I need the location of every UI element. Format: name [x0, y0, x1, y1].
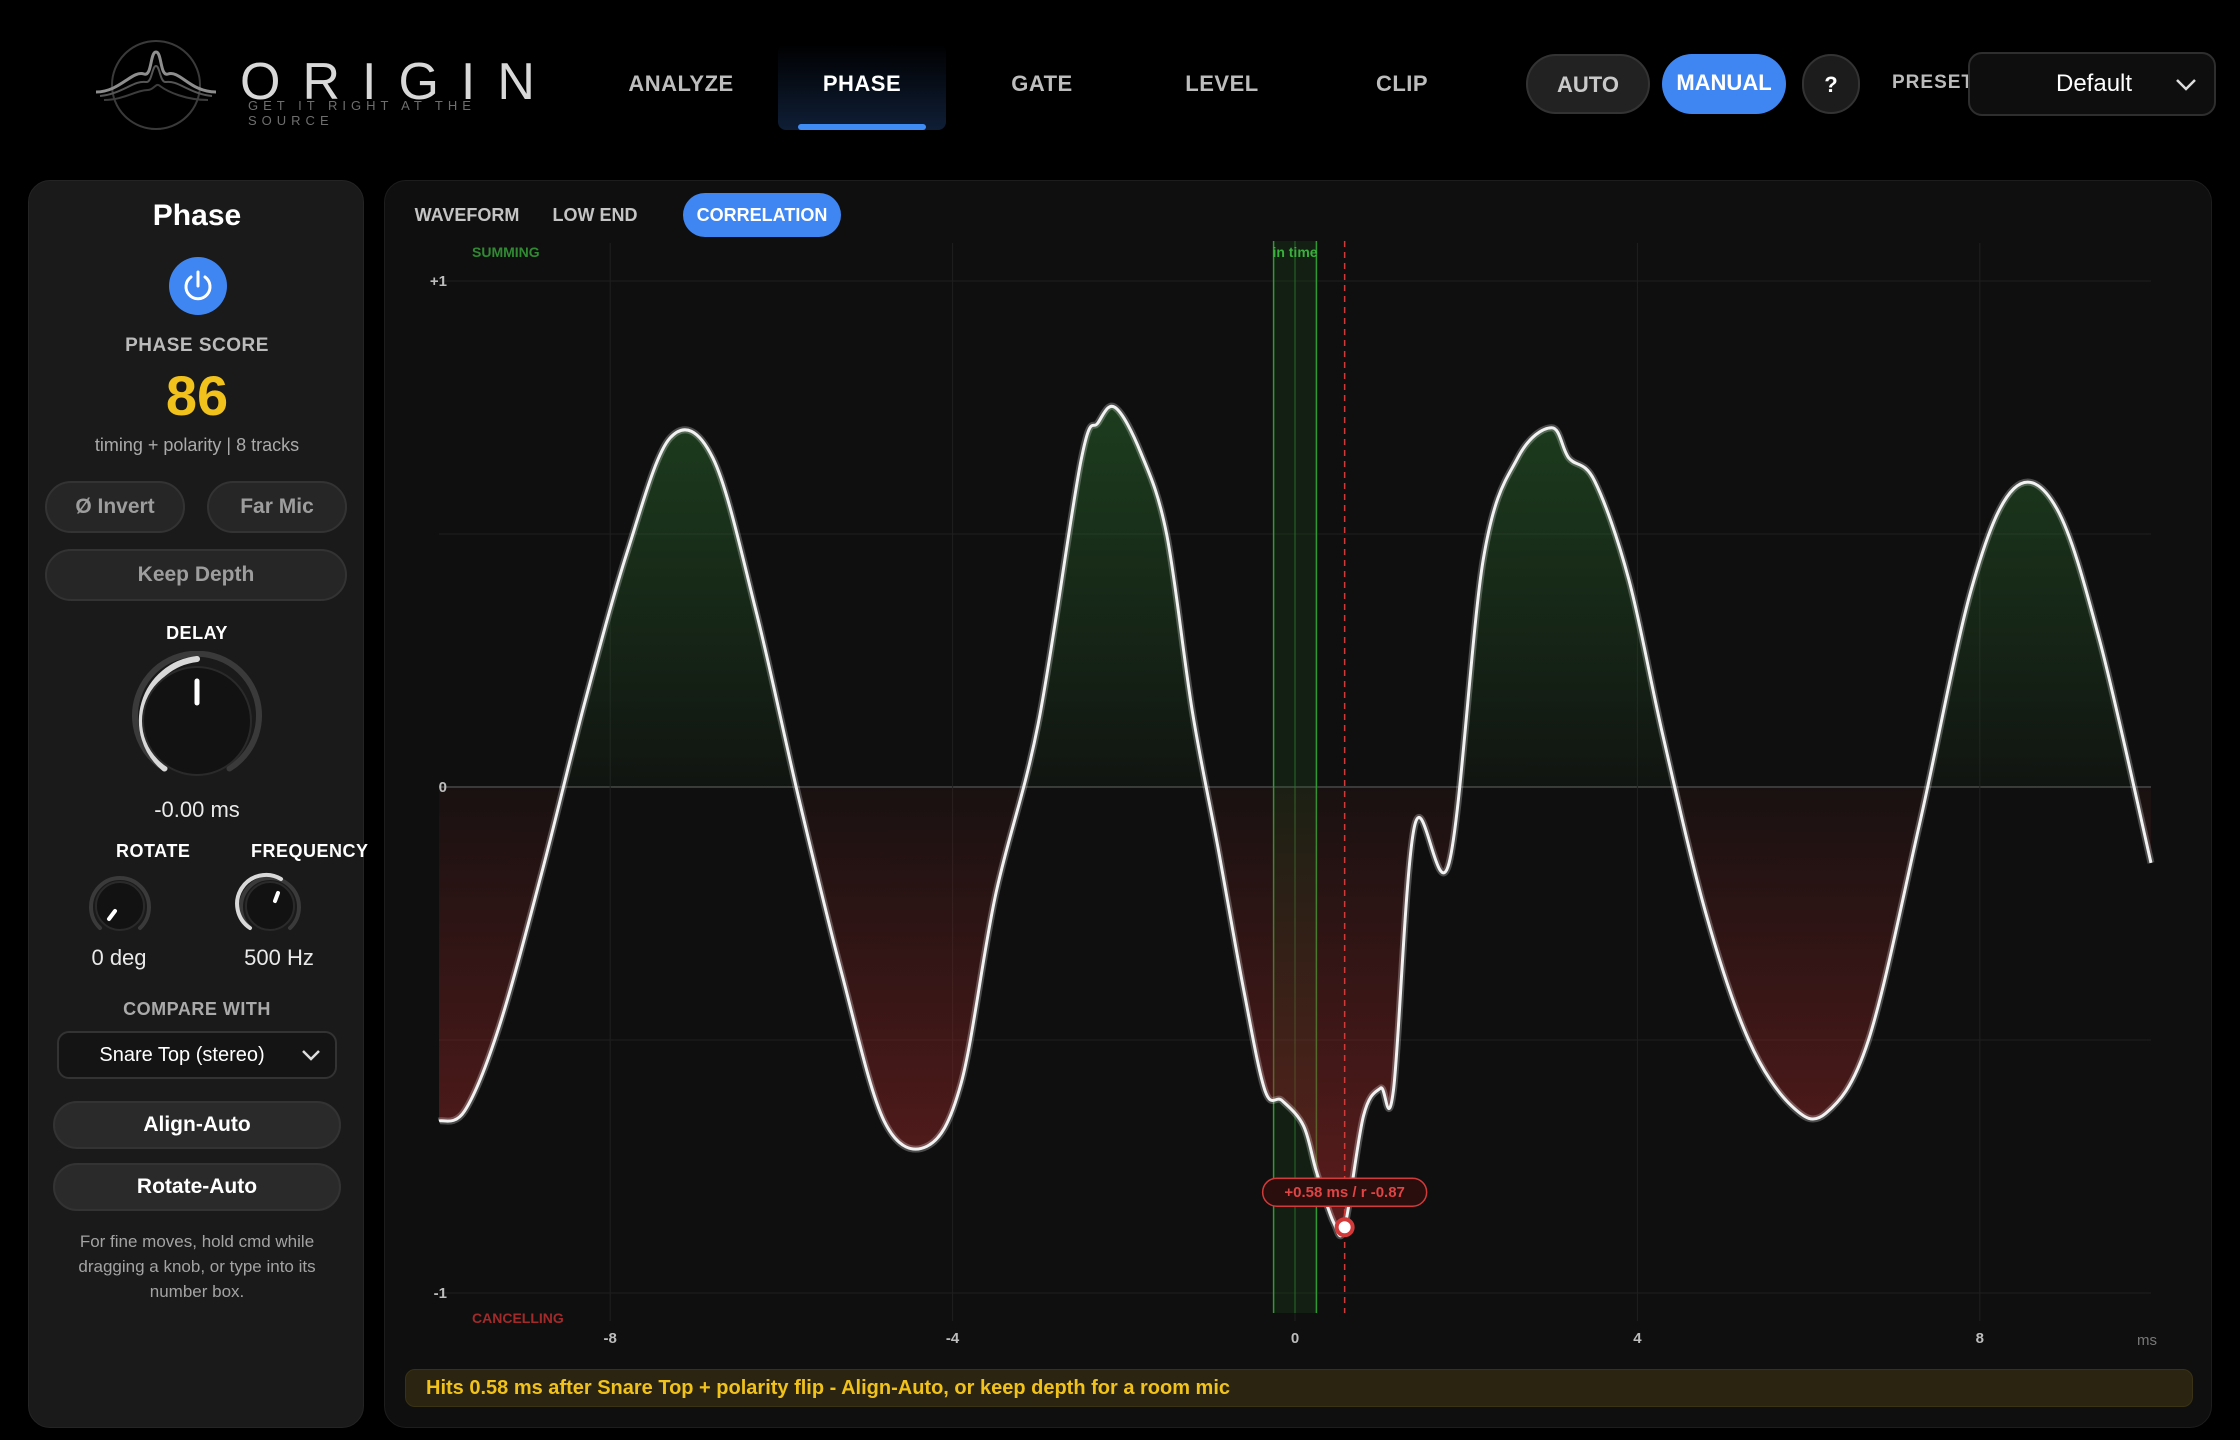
rotate-label: ROTATE [116, 841, 191, 861]
phase-controls-panel: Phase PHASE SCORE 86 timing + polarity |… [28, 180, 368, 1428]
hint-text: For fine moves, hold cmd while dragging … [78, 1232, 316, 1301]
compare-track-dropdown[interactable]: Snare Top (stereo) [57, 1031, 337, 1079]
tab-clip-label: CLIP [1375, 71, 1429, 96]
manual-mode-button[interactable]: MANUAL [1662, 54, 1786, 114]
keep-depth-button[interactable]: Keep Depth [45, 549, 347, 601]
compare-track-value: Snare Top (stereo) [99, 1044, 265, 1066]
preset-dropdown[interactable]: Default [1968, 52, 2216, 116]
preset-label: PRESET [1892, 72, 1975, 93]
help-button[interactable]: ? [1802, 54, 1860, 114]
active-tab-underline [798, 124, 926, 130]
compare-with-label: COMPARE WITH [123, 999, 271, 1019]
x-tick-label: 4 [1633, 1330, 1642, 1347]
x-tick-label: -4 [946, 1330, 960, 1347]
auto-mode-button[interactable]: AUTO [1526, 54, 1650, 114]
tab-gate-label: GATE [1011, 71, 1073, 96]
x-tick-label: -8 [604, 1330, 617, 1347]
delay-label: DELAY [166, 623, 228, 643]
frequency-label: FREQUENCY [251, 841, 369, 861]
rotate-value[interactable]: 0 deg [69, 945, 169, 971]
marker-label: +0.58 ms / r -0.87 [1284, 1184, 1405, 1201]
logo-tagline: GET IT RIGHT AT THE SOURCE [248, 98, 476, 128]
preset-value: Default [2056, 70, 2133, 97]
phase-score-value: 86 [165, 364, 229, 427]
rotate-auto-button[interactable]: Rotate-Auto [53, 1163, 341, 1211]
correlation-chart[interactable]: in time +10-1-8 -4 0 4 8 msSUMMINGCANCELLING … [385, 181, 2213, 1361]
status-message: Hits 0.58 ms after Snare Top + polarity … [405, 1369, 2193, 1407]
tab-analyze[interactable]: ANALYZE [597, 44, 765, 130]
tab-level-label: LEVEL [1185, 71, 1259, 96]
frequency-value[interactable]: 500 Hz [219, 945, 339, 971]
tab-gate[interactable]: GATE [958, 44, 1126, 130]
tab-clip[interactable]: CLIP [1318, 44, 1486, 130]
x-tick-label: 8 [1976, 1330, 1984, 1347]
cancelling-label: CANCELLING [472, 1310, 564, 1326]
x-tick-label: 0 [1291, 1330, 1299, 1347]
top-bar: ORIGIN GET IT RIGHT AT THE SOURCE ANALYZ… [0, 0, 2240, 150]
delay-value[interactable]: -0.00 ms [29, 797, 365, 823]
origin-logo: ORIGIN GET IT RIGHT AT THE SOURCE [90, 30, 535, 140]
delay-knob[interactable] [127, 651, 267, 791]
y-tick-label: -1 [434, 1285, 447, 1302]
summing-label: SUMMING [472, 244, 540, 260]
rotate-knob[interactable] [85, 871, 155, 941]
frequency-knob[interactable] [235, 871, 305, 941]
phase-score-subtitle: timing + polarity | 8 tracks [94, 435, 300, 455]
y-tick-label: +1 [430, 273, 447, 290]
chevron-down-icon [2176, 79, 2196, 91]
tab-level[interactable]: LEVEL [1138, 44, 1306, 130]
in-time-label: in time [1272, 244, 1317, 260]
chevron-down-icon [302, 1050, 320, 1061]
tab-phase[interactable]: PHASE [778, 44, 946, 130]
phase-score-label: PHASE SCORE [125, 335, 269, 356]
power-toggle[interactable] [169, 257, 227, 315]
tab-phase-label: PHASE [822, 71, 902, 96]
logo-wave-icon [95, 40, 217, 130]
correlation-panel: WAVEFORM LOW END CORRELATION in time +1 0… [384, 180, 2212, 1428]
far-mic-button[interactable]: Far Mic [207, 481, 347, 533]
offset-marker-handle[interactable] [1334, 1217, 1355, 1238]
panel-title: Phase [152, 199, 242, 232]
power-icon [184, 270, 212, 301]
x-axis-unit: ms [2137, 1332, 2157, 1349]
tab-analyze-label: ANALYZE [628, 71, 734, 96]
align-auto-button[interactable]: Align-Auto [53, 1101, 341, 1149]
invert-polarity-button[interactable]: Ø Invert [45, 481, 185, 533]
y-tick-label: 0 [439, 779, 447, 796]
